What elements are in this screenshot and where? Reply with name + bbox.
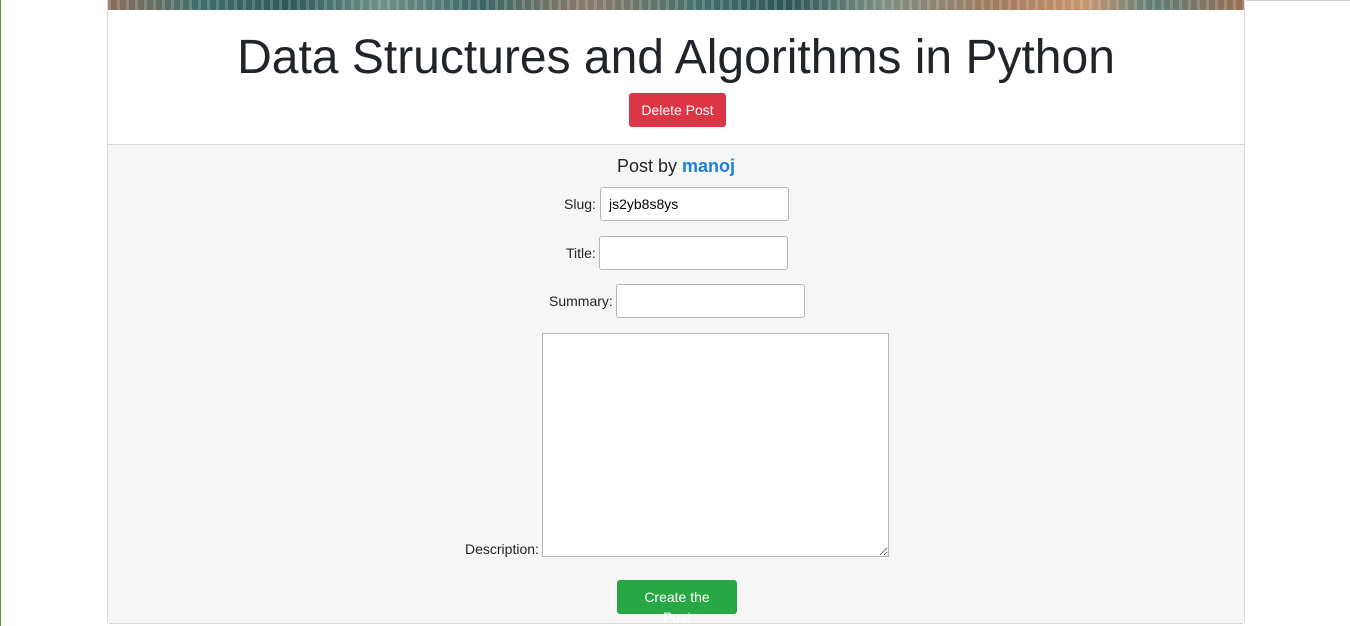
page-title: Data Structures and Algorithms in Python — [237, 31, 1115, 84]
create-post-button[interactable]: Create the Post — [617, 580, 737, 623]
card-header: Data Structures and Algorithms in Python… — [108, 10, 1244, 145]
summary-input[interactable] — [616, 284, 805, 318]
post-card: Data Structures and Algorithms in Python… — [107, 0, 1245, 624]
page-left-border — [0, 0, 1, 626]
page-top-border — [1246, 0, 1350, 1]
slug-label: Slug: — [564, 196, 596, 212]
description-label: Description: — [465, 541, 539, 557]
summary-label: Summary: — [549, 293, 613, 309]
author-link[interactable]: manoj — [682, 156, 735, 176]
description-textarea[interactable] — [542, 333, 889, 557]
header-banner-image — [108, 0, 1244, 10]
title-input[interactable] — [599, 236, 788, 270]
slug-input[interactable] — [600, 187, 789, 221]
title-label: Title: — [566, 245, 596, 261]
post-by-label: Post by — [616, 156, 677, 176]
delete-post-button[interactable]: Delete Post — [629, 93, 726, 127]
post-author-line: Post by manoj — [108, 155, 1244, 177]
post-form-section: Post by manoj Slug: Title: Summary: Desc… — [108, 145, 1244, 623]
